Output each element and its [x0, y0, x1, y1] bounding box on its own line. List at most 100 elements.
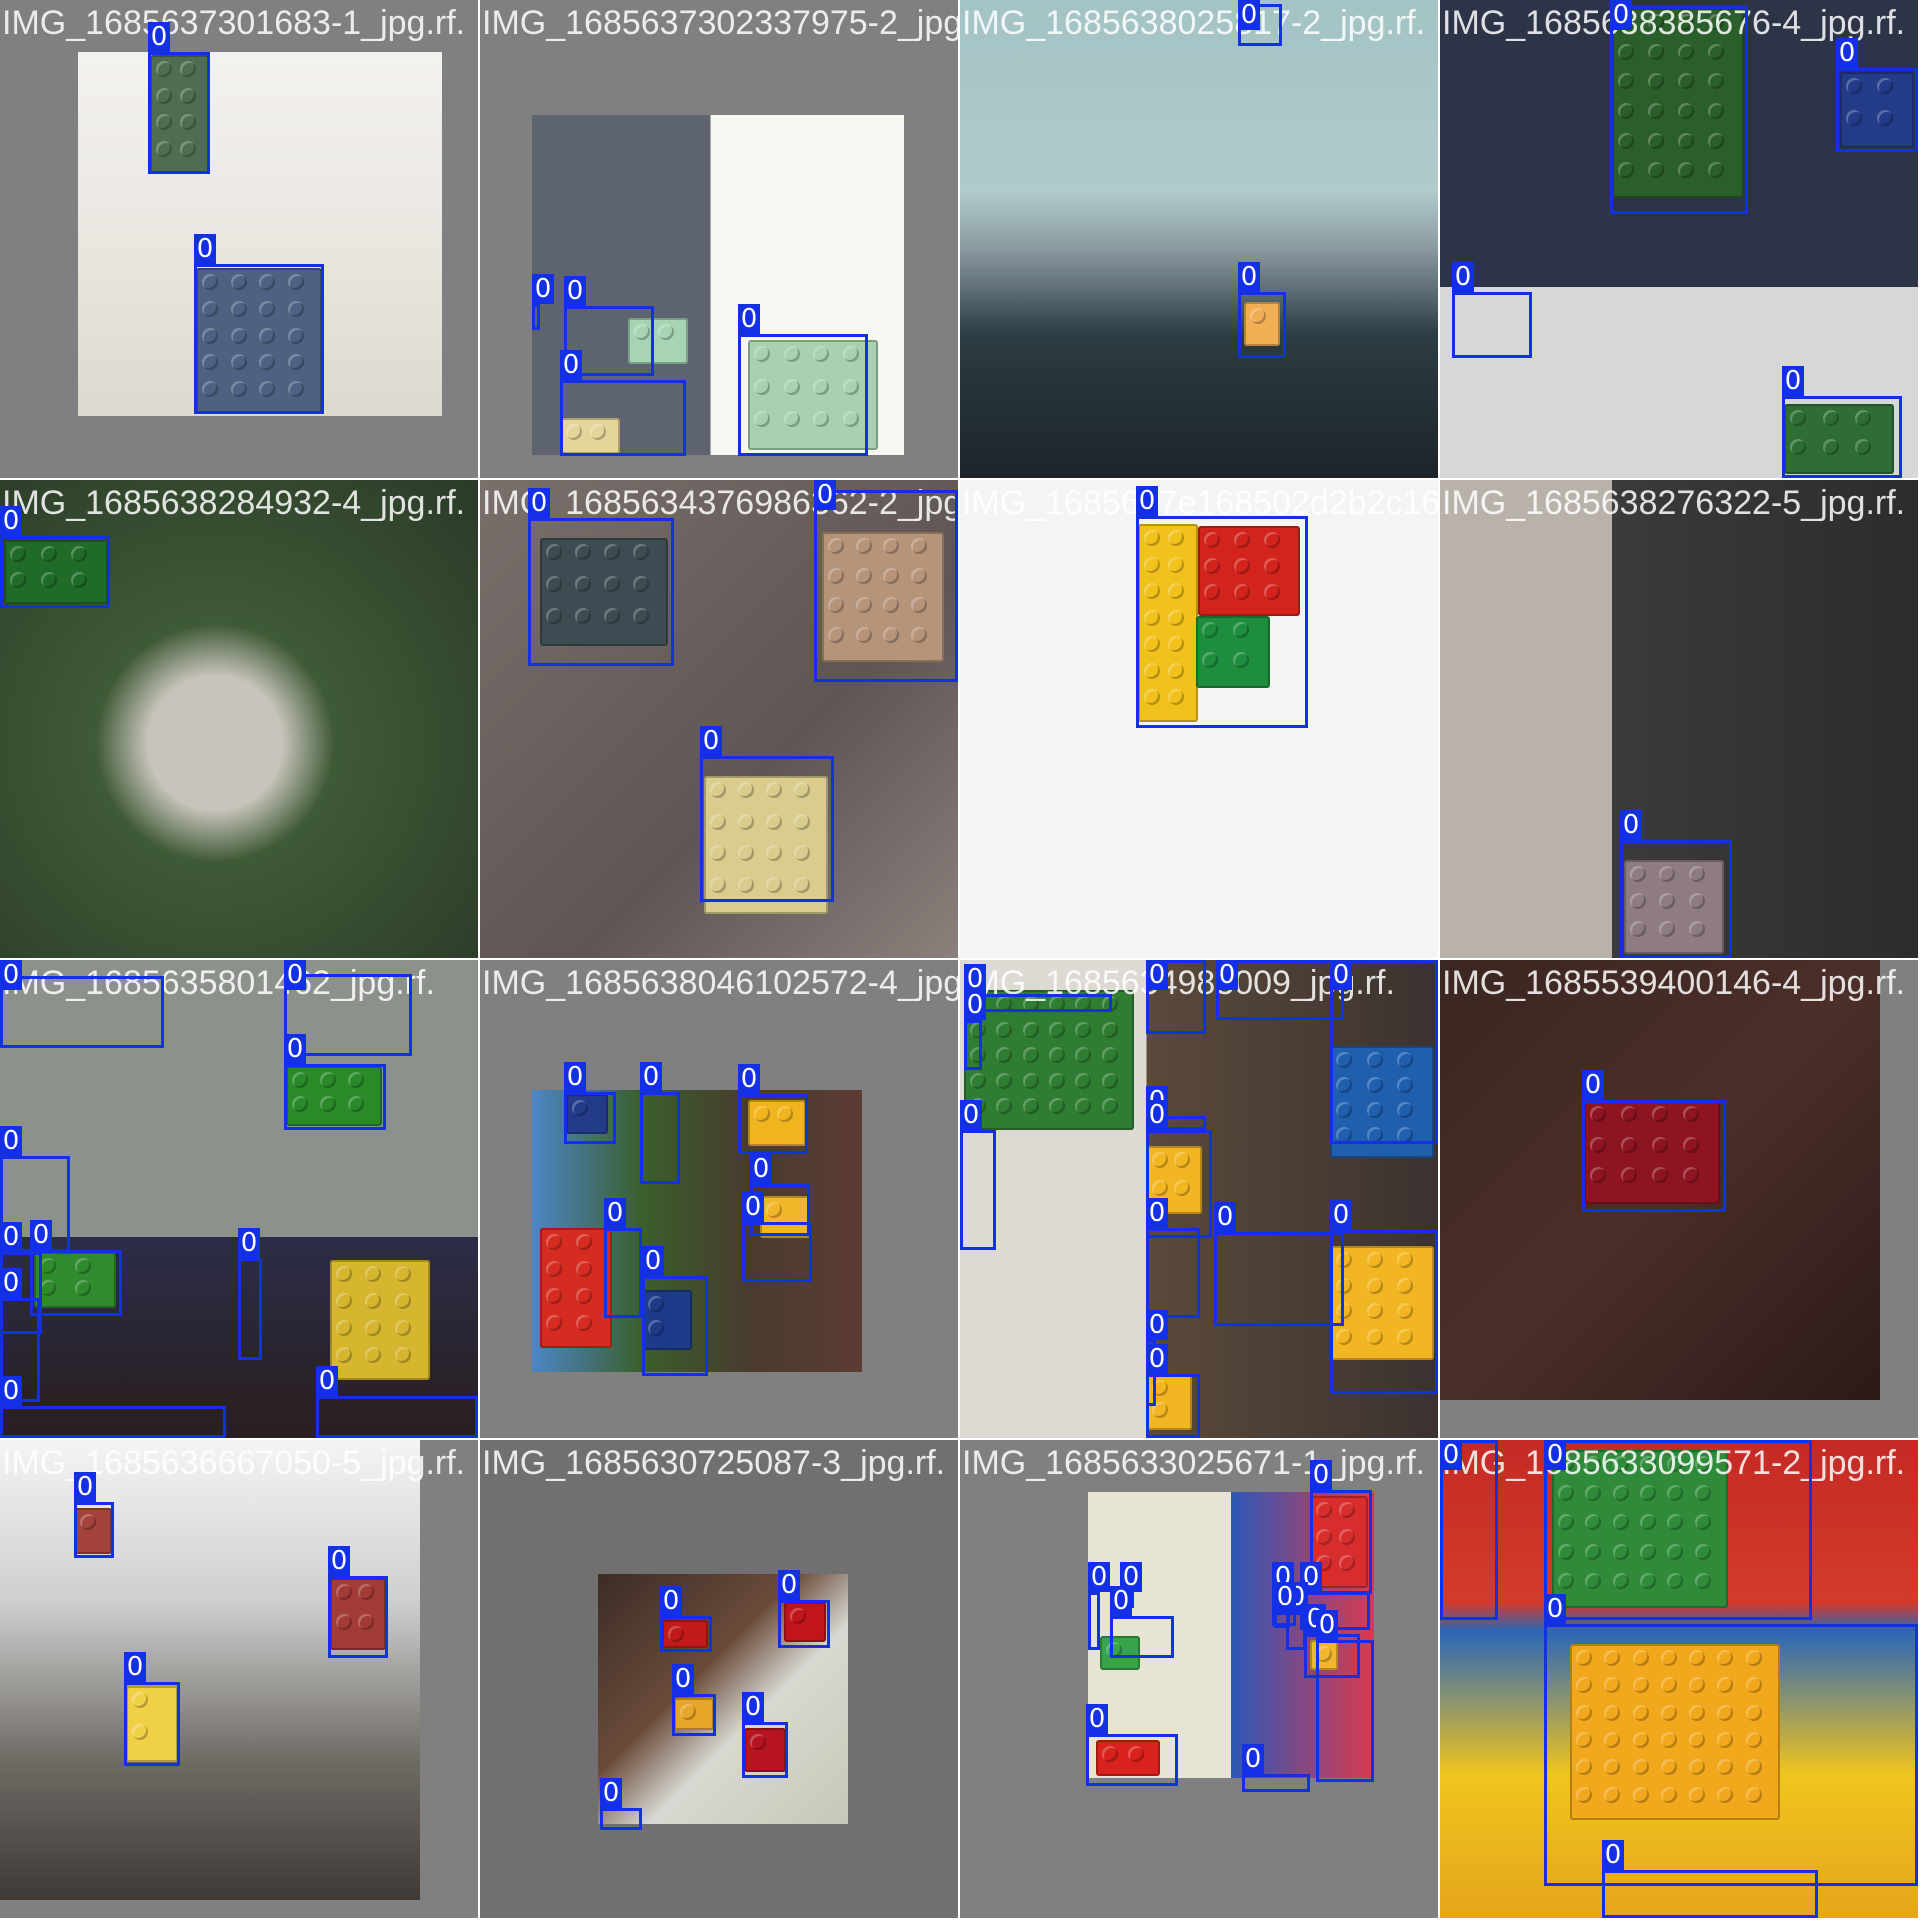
lego-stud [1049, 1072, 1065, 1089]
bounding-box [316, 1396, 478, 1438]
bounding-box [1086, 1734, 1178, 1786]
class-label: 0 [640, 1062, 662, 1092]
lego-stud [1075, 1021, 1092, 1038]
lego-stud [394, 1293, 411, 1309]
image-tile: IMG_1685638385676-4_jpg.rf. 0 0 0 0 [1440, 0, 1918, 478]
class-label: 0 [960, 1100, 982, 1130]
lego-stud [1101, 1098, 1118, 1115]
image-tile: IMG_1685539400146-4_jpg.rf. 0 [1440, 960, 1918, 1438]
lego-stud [336, 1293, 352, 1309]
class-label: 0 [238, 1228, 260, 1258]
lego-stud [1022, 1072, 1039, 1089]
class-label: 0 [738, 304, 760, 334]
bounding-box [560, 380, 686, 456]
class-label: 0 [1214, 1202, 1236, 1232]
class-label: 0 [0, 1376, 22, 1406]
class-label: 0 [1238, 0, 1260, 30]
image-tile: IMG_1685637302337975-2_jpg.rf. 0 0 0 0 [480, 0, 958, 478]
bounding-box [1610, 6, 1748, 214]
class-label: 0 [1146, 960, 1168, 990]
lego-stud [365, 1347, 382, 1363]
class-label: 0 [0, 506, 22, 536]
bounding-box [642, 1276, 708, 1376]
class-label: 0 [124, 1652, 146, 1682]
class-label: 0 [1216, 960, 1238, 990]
class-label: 0 [1620, 810, 1642, 840]
class-label: 0 [1242, 1744, 1264, 1774]
lego-stud [996, 1021, 1013, 1038]
lego-brick [540, 1228, 612, 1348]
bounding-box [672, 1694, 716, 1736]
class-label: 0 [742, 1692, 764, 1722]
image-tile: IMG_1685638276322-5_jpg.rf. 0 [1440, 480, 1918, 958]
bounding-box [564, 1092, 616, 1144]
bounding-box [1544, 1440, 1812, 1620]
bounding-box [1836, 68, 1918, 152]
class-label: 0 [1544, 1440, 1566, 1470]
class-label: 0 [564, 276, 586, 306]
bounding-box [1782, 396, 1902, 478]
bounding-box [964, 994, 1112, 1012]
lego-stud [996, 1098, 1013, 1115]
class-label: 0 [316, 1366, 338, 1396]
bounding-box [194, 264, 324, 414]
bounding-box [1088, 1592, 1100, 1650]
class-label: 0 [742, 1192, 764, 1222]
lego-stud [365, 1320, 382, 1336]
class-label: 0 [964, 990, 986, 1020]
lego-stud [970, 1072, 986, 1089]
bounding-box [1242, 1774, 1310, 1792]
bounding-box [284, 1064, 386, 1130]
class-label: 0 [74, 1472, 96, 1502]
class-label: 0 [660, 1586, 682, 1616]
class-label: 0 [0, 1268, 22, 1298]
class-label: 0 [30, 1220, 52, 1250]
lego-stud [1022, 1098, 1039, 1115]
lego-stud [336, 1320, 352, 1336]
lego-stud [576, 1261, 592, 1277]
bounding-box [0, 976, 164, 1048]
lego-stud [1049, 1021, 1065, 1038]
tile-filename: IMG_1685633025671-1_jpg.rf. [962, 1444, 1426, 1482]
class-label: 0 [284, 1034, 306, 1064]
bounding-box [148, 52, 210, 174]
class-label: 0 [1544, 1594, 1566, 1624]
class-label: 0 [750, 1154, 772, 1184]
class-label: 0 [814, 480, 836, 510]
class-label: 0 [194, 234, 216, 264]
class-label: 0 [1330, 960, 1352, 990]
bounding-box [0, 536, 110, 608]
lego-stud [546, 1315, 562, 1331]
class-label: 0 [1452, 262, 1474, 292]
class-label: 0 [1088, 1562, 1110, 1592]
image-tile: IMG_1685638046102572-4_jpg.rf. 0 0 0 0 0 0 0 [480, 960, 958, 1438]
bounding-box [1214, 1232, 1344, 1326]
tile-photo [960, 0, 1438, 478]
lego-stud [996, 1072, 1013, 1089]
class-label: 0 [1610, 0, 1632, 30]
bounding-box [964, 1020, 982, 1070]
bounding-box [1136, 516, 1308, 728]
class-label: 0 [1330, 1200, 1352, 1230]
image-tile: IMG_1685633099571-2_jpg.rf. 0 0 0 0 [1440, 1440, 1918, 1918]
image-tile: IMG_1685638025817-2_jpg.rf. 0 0 [960, 0, 1438, 478]
lego-stud [1101, 1021, 1118, 1038]
bounding-box [600, 1808, 642, 1830]
lego-stud [1075, 1098, 1092, 1115]
bounding-box [0, 1406, 226, 1438]
lego-stud [658, 324, 674, 340]
bounding-box [1620, 840, 1732, 958]
bounding-box [778, 1600, 830, 1648]
lego-stud [394, 1320, 411, 1336]
image-tile: IMG_1685634376986362-2_jpg.rf. 0 0 0 [480, 480, 958, 958]
bounding-box [742, 1222, 812, 1282]
bounding-box [1146, 1228, 1200, 1318]
bounding-box [742, 1722, 788, 1778]
class-label: 0 [0, 1222, 22, 1252]
class-label: 0 [1146, 1344, 1168, 1374]
tile-filename: IMG_1685637302337975-2_jpg.rf. [482, 4, 958, 42]
class-label: 0 [284, 960, 306, 990]
class-label: 0 [0, 960, 22, 990]
bounding-box [1544, 1624, 1918, 1886]
class-label: 0 [1146, 1100, 1168, 1130]
